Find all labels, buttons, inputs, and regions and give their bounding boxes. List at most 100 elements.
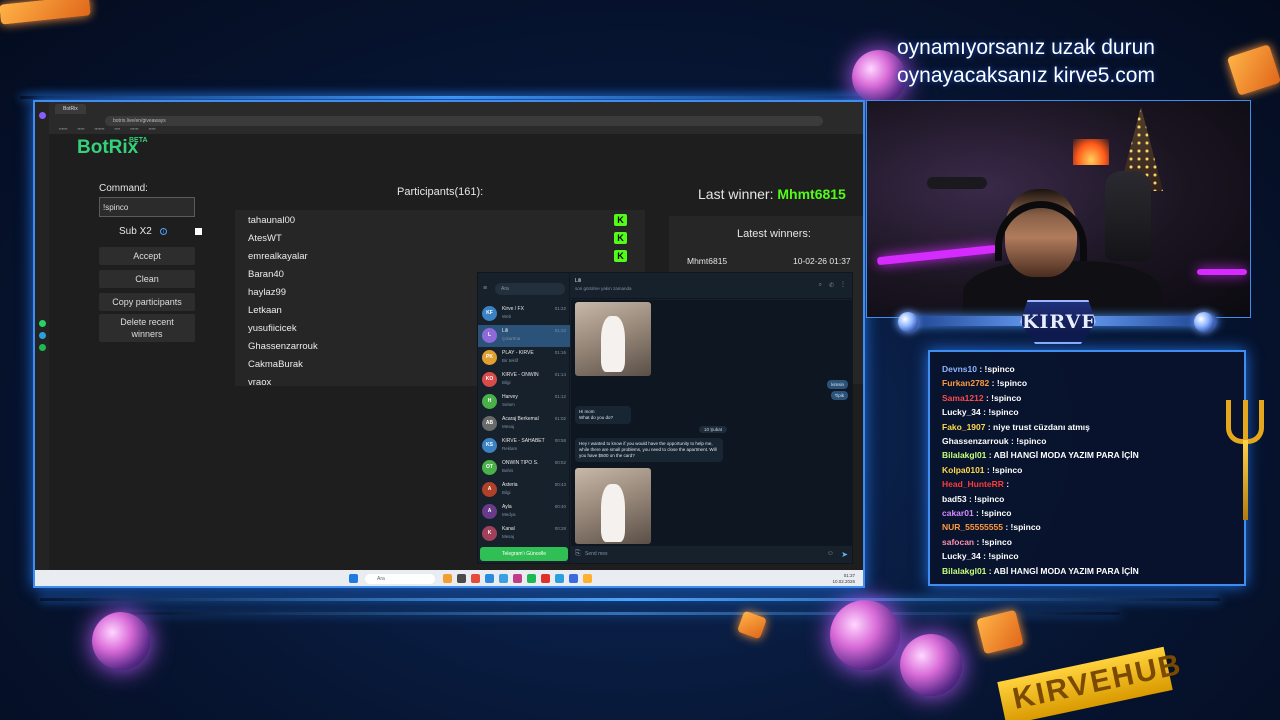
- taskbar-clock[interactable]: 01:37 10.02.2026: [832, 573, 855, 585]
- telegram-chat-item[interactable]: AB Acaraj Berkemal Mesaj 01:02: [478, 413, 570, 435]
- send-icon[interactable]: ➤: [841, 550, 848, 559]
- chat-separator: :: [986, 565, 994, 576]
- participant-row[interactable]: yusufiicicek: [248, 323, 297, 334]
- command-input[interactable]: [99, 197, 195, 217]
- emoji-icon[interactable]: ☺: [827, 550, 834, 557]
- participant-row[interactable]: Letkaan: [248, 305, 282, 316]
- telegram-chat-item[interactable]: A Ayla Medya 00:40: [478, 501, 570, 523]
- chat-username[interactable]: Lucky_34: [942, 407, 981, 417]
- taskbar-app-icon[interactable]: [541, 574, 550, 583]
- chat-username[interactable]: Kolpa0101: [942, 465, 985, 475]
- date-separator: 10 Şubat: [699, 426, 728, 433]
- chat-separator: :: [989, 378, 997, 389]
- participant-row[interactable]: vraox: [248, 377, 271, 386]
- latest-winners-title: Latest winners:: [737, 228, 811, 240]
- telegram-chat-item[interactable]: KS KIRVE - SAHABET Reklam 00:58: [478, 435, 570, 457]
- participant-row[interactable]: haylaz99: [248, 287, 286, 298]
- menu-icon[interactable]: ≡: [483, 285, 487, 292]
- participant-row[interactable]: CakmaBurak: [248, 359, 303, 370]
- photo-subject: [601, 484, 625, 542]
- chat-message: Fako_1907 : niye trust cüzdanı atmış: [942, 422, 1090, 432]
- taskbar-app-icon[interactable]: [457, 574, 466, 583]
- chat-message: Bilalakgl01 : ABİ HANGİ MODA YAZIM PARA …: [942, 566, 1139, 576]
- taskbar-app-icon[interactable]: [499, 574, 508, 583]
- telegram-chat-item[interactable]: A Asteria Bilgi 00:43: [478, 479, 570, 501]
- chat-text: !spinco: [988, 407, 1019, 418]
- chat-username[interactable]: Bilalakgl01: [942, 450, 986, 460]
- taskbar-app-icon[interactable]: [513, 574, 522, 583]
- chat-time: 00:28: [554, 526, 566, 531]
- spotify-icon[interactable]: [39, 344, 46, 351]
- participant-row[interactable]: tahaunal00: [248, 215, 295, 226]
- chat-username[interactable]: safocan: [942, 537, 974, 547]
- chat-header-status: son görülme yakın zamanda: [575, 286, 632, 291]
- chat-username[interactable]: Fako_1907: [942, 422, 985, 432]
- chat-text: ABİ HANGİ MODA YAZIM PARA İÇİN: [993, 565, 1139, 576]
- taskbar-app-icon[interactable]: [583, 574, 592, 583]
- telegram-chat-item[interactable]: OT ONWIN TIPO S. Bahis 00:52: [478, 457, 570, 479]
- chat-header-name[interactable]: Lili: [575, 278, 581, 284]
- chat-username[interactable]: Devns10: [942, 364, 977, 374]
- info-icon[interactable]: i: [159, 228, 167, 235]
- photo-subject: [601, 316, 625, 372]
- logo-text: KIRVE: [1022, 311, 1097, 333]
- browser-tab[interactable]: BotRix: [55, 104, 86, 114]
- chat-username[interactable]: Ghassenzarrouk: [942, 436, 1009, 446]
- chat-username[interactable]: bad53: [942, 494, 967, 504]
- bookmarks-bar: ▪▪▪▪▪▪ ▪▪▪▪▪ ▪▪▪▪▪▪▪ ▪▪▪▪ ▪▪▪▪▪▪ ▪▪▪▪▪: [59, 126, 156, 131]
- chat-text: !spinco: [1010, 522, 1041, 533]
- chat-time: 01:14: [554, 372, 566, 377]
- dock-app-icon[interactable]: [39, 112, 46, 119]
- more-icon[interactable]: ⋮: [840, 281, 846, 288]
- taskbar-app-icon[interactable]: [485, 574, 494, 583]
- compose-input[interactable]: Send mes: [585, 551, 608, 557]
- attach-icon[interactable]: ⎘: [575, 550, 581, 558]
- chat-username[interactable]: Furkan2782: [942, 378, 989, 388]
- telegram-chat-item[interactable]: KO KIRVE - ONWIN Bilgi 01:14: [478, 369, 570, 391]
- command-label: Command:: [99, 183, 148, 194]
- participant-row[interactable]: Ghassenzarrouk: [248, 341, 318, 352]
- telegram-chat-item[interactable]: PK PLAY - KIRVE Bir teklif 01:16: [478, 347, 570, 369]
- taskbar-app-icon[interactable]: [443, 574, 452, 583]
- chat-time: 01:02: [554, 416, 566, 421]
- taskbar-app-icon[interactable]: [555, 574, 564, 583]
- taskbar-app-icon[interactable]: [471, 574, 480, 583]
- taskbar-app-icon[interactable]: [527, 574, 536, 583]
- telegram-chat-item[interactable]: L Lili Çıkartma 01:22: [478, 325, 570, 347]
- chat-preview: Mesaj: [502, 424, 515, 429]
- whatsapp-icon[interactable]: [39, 320, 46, 327]
- telegram-search-input[interactable]: Ara: [495, 283, 565, 295]
- telegram-chat-item[interactable]: K Kanal Mesaj 00:28: [478, 523, 570, 545]
- clean-button[interactable]: Clean: [99, 270, 195, 288]
- participant-row[interactable]: Baran40: [248, 269, 284, 280]
- windows-start-icon[interactable]: [349, 574, 358, 583]
- telegram-chat-item[interactable]: KF Kirve / FX Web 01:22: [478, 303, 570, 325]
- top-glow-line: [20, 96, 880, 99]
- telegram-chat-item[interactable]: H Harvey Selam 01:12: [478, 391, 570, 413]
- participant-row[interactable]: emrealkayalar: [248, 251, 308, 262]
- chat-name: Kirve / FX: [502, 306, 524, 312]
- chat-username[interactable]: Sama1212: [942, 393, 984, 403]
- message-photo[interactable]: [575, 468, 651, 544]
- telegram-update-button[interactable]: Telegram'ı Güncelle: [480, 547, 568, 561]
- taskbar-search[interactable]: Ara: [365, 574, 435, 584]
- accept-button[interactable]: Accept: [99, 247, 195, 265]
- taskbar-app-icon[interactable]: [569, 574, 578, 583]
- chat-name: Harvey: [502, 394, 518, 400]
- delete-recent-winners-button[interactable]: Delete recent winners: [99, 314, 195, 342]
- chat-username[interactable]: cakar01: [942, 508, 974, 518]
- sub-x2-checkbox[interactable]: [195, 228, 202, 235]
- participant-row[interactable]: AtesWT: [248, 233, 282, 244]
- telegram-icon[interactable]: [39, 332, 46, 339]
- chat-text: !spinco: [991, 392, 1022, 403]
- search-icon[interactable]: ⌕: [819, 282, 822, 289]
- channel-logo-plate: KIRVE: [868, 300, 1248, 346]
- chat-username[interactable]: Bilalakgl01: [942, 566, 986, 576]
- phone-icon[interactable]: ✆: [829, 282, 834, 289]
- chat-username[interactable]: Lucky_34: [942, 551, 981, 561]
- url-bar[interactable]: botrix.live/en/giveaways: [105, 116, 823, 126]
- chat-username[interactable]: NUR_55555555: [942, 522, 1003, 532]
- copy-participants-button[interactable]: Copy participants: [99, 293, 195, 311]
- message-photo[interactable]: [575, 302, 651, 376]
- chat-username[interactable]: Head_HunteRR: [942, 479, 1004, 489]
